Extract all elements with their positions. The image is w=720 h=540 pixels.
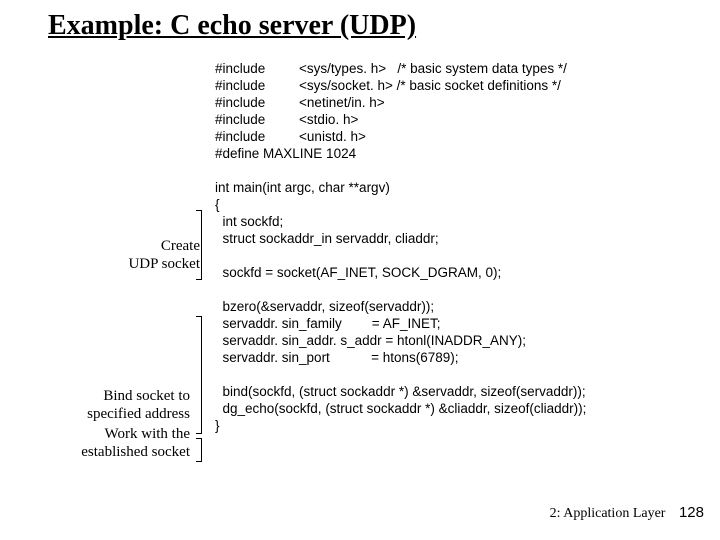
bracket-tip xyxy=(196,433,202,434)
slide-footer: 2: Application Layer 128 xyxy=(550,504,704,522)
annotation-work-socket: Work with the established socket xyxy=(34,425,190,461)
annotation-bind-socket: Bind socket to specified address xyxy=(20,387,190,423)
annotation-create-socket: Create UDP socket xyxy=(90,237,200,273)
bracket-tip xyxy=(196,210,202,211)
footer-chapter: 2: Application Layer xyxy=(550,506,666,521)
bracket-tip xyxy=(196,438,202,439)
footer-page-number: 128 xyxy=(679,504,704,521)
bracket-tip xyxy=(196,461,202,462)
bracket-bind-socket xyxy=(201,316,202,434)
bracket-create-socket xyxy=(201,210,202,280)
slide-title: Example: C echo server (UDP) xyxy=(48,10,416,42)
code-block: #include <sys/types. h> /* basic system … xyxy=(215,60,586,434)
bracket-tip xyxy=(196,316,202,317)
bracket-tip xyxy=(196,279,202,280)
bracket-work-socket xyxy=(201,438,202,462)
